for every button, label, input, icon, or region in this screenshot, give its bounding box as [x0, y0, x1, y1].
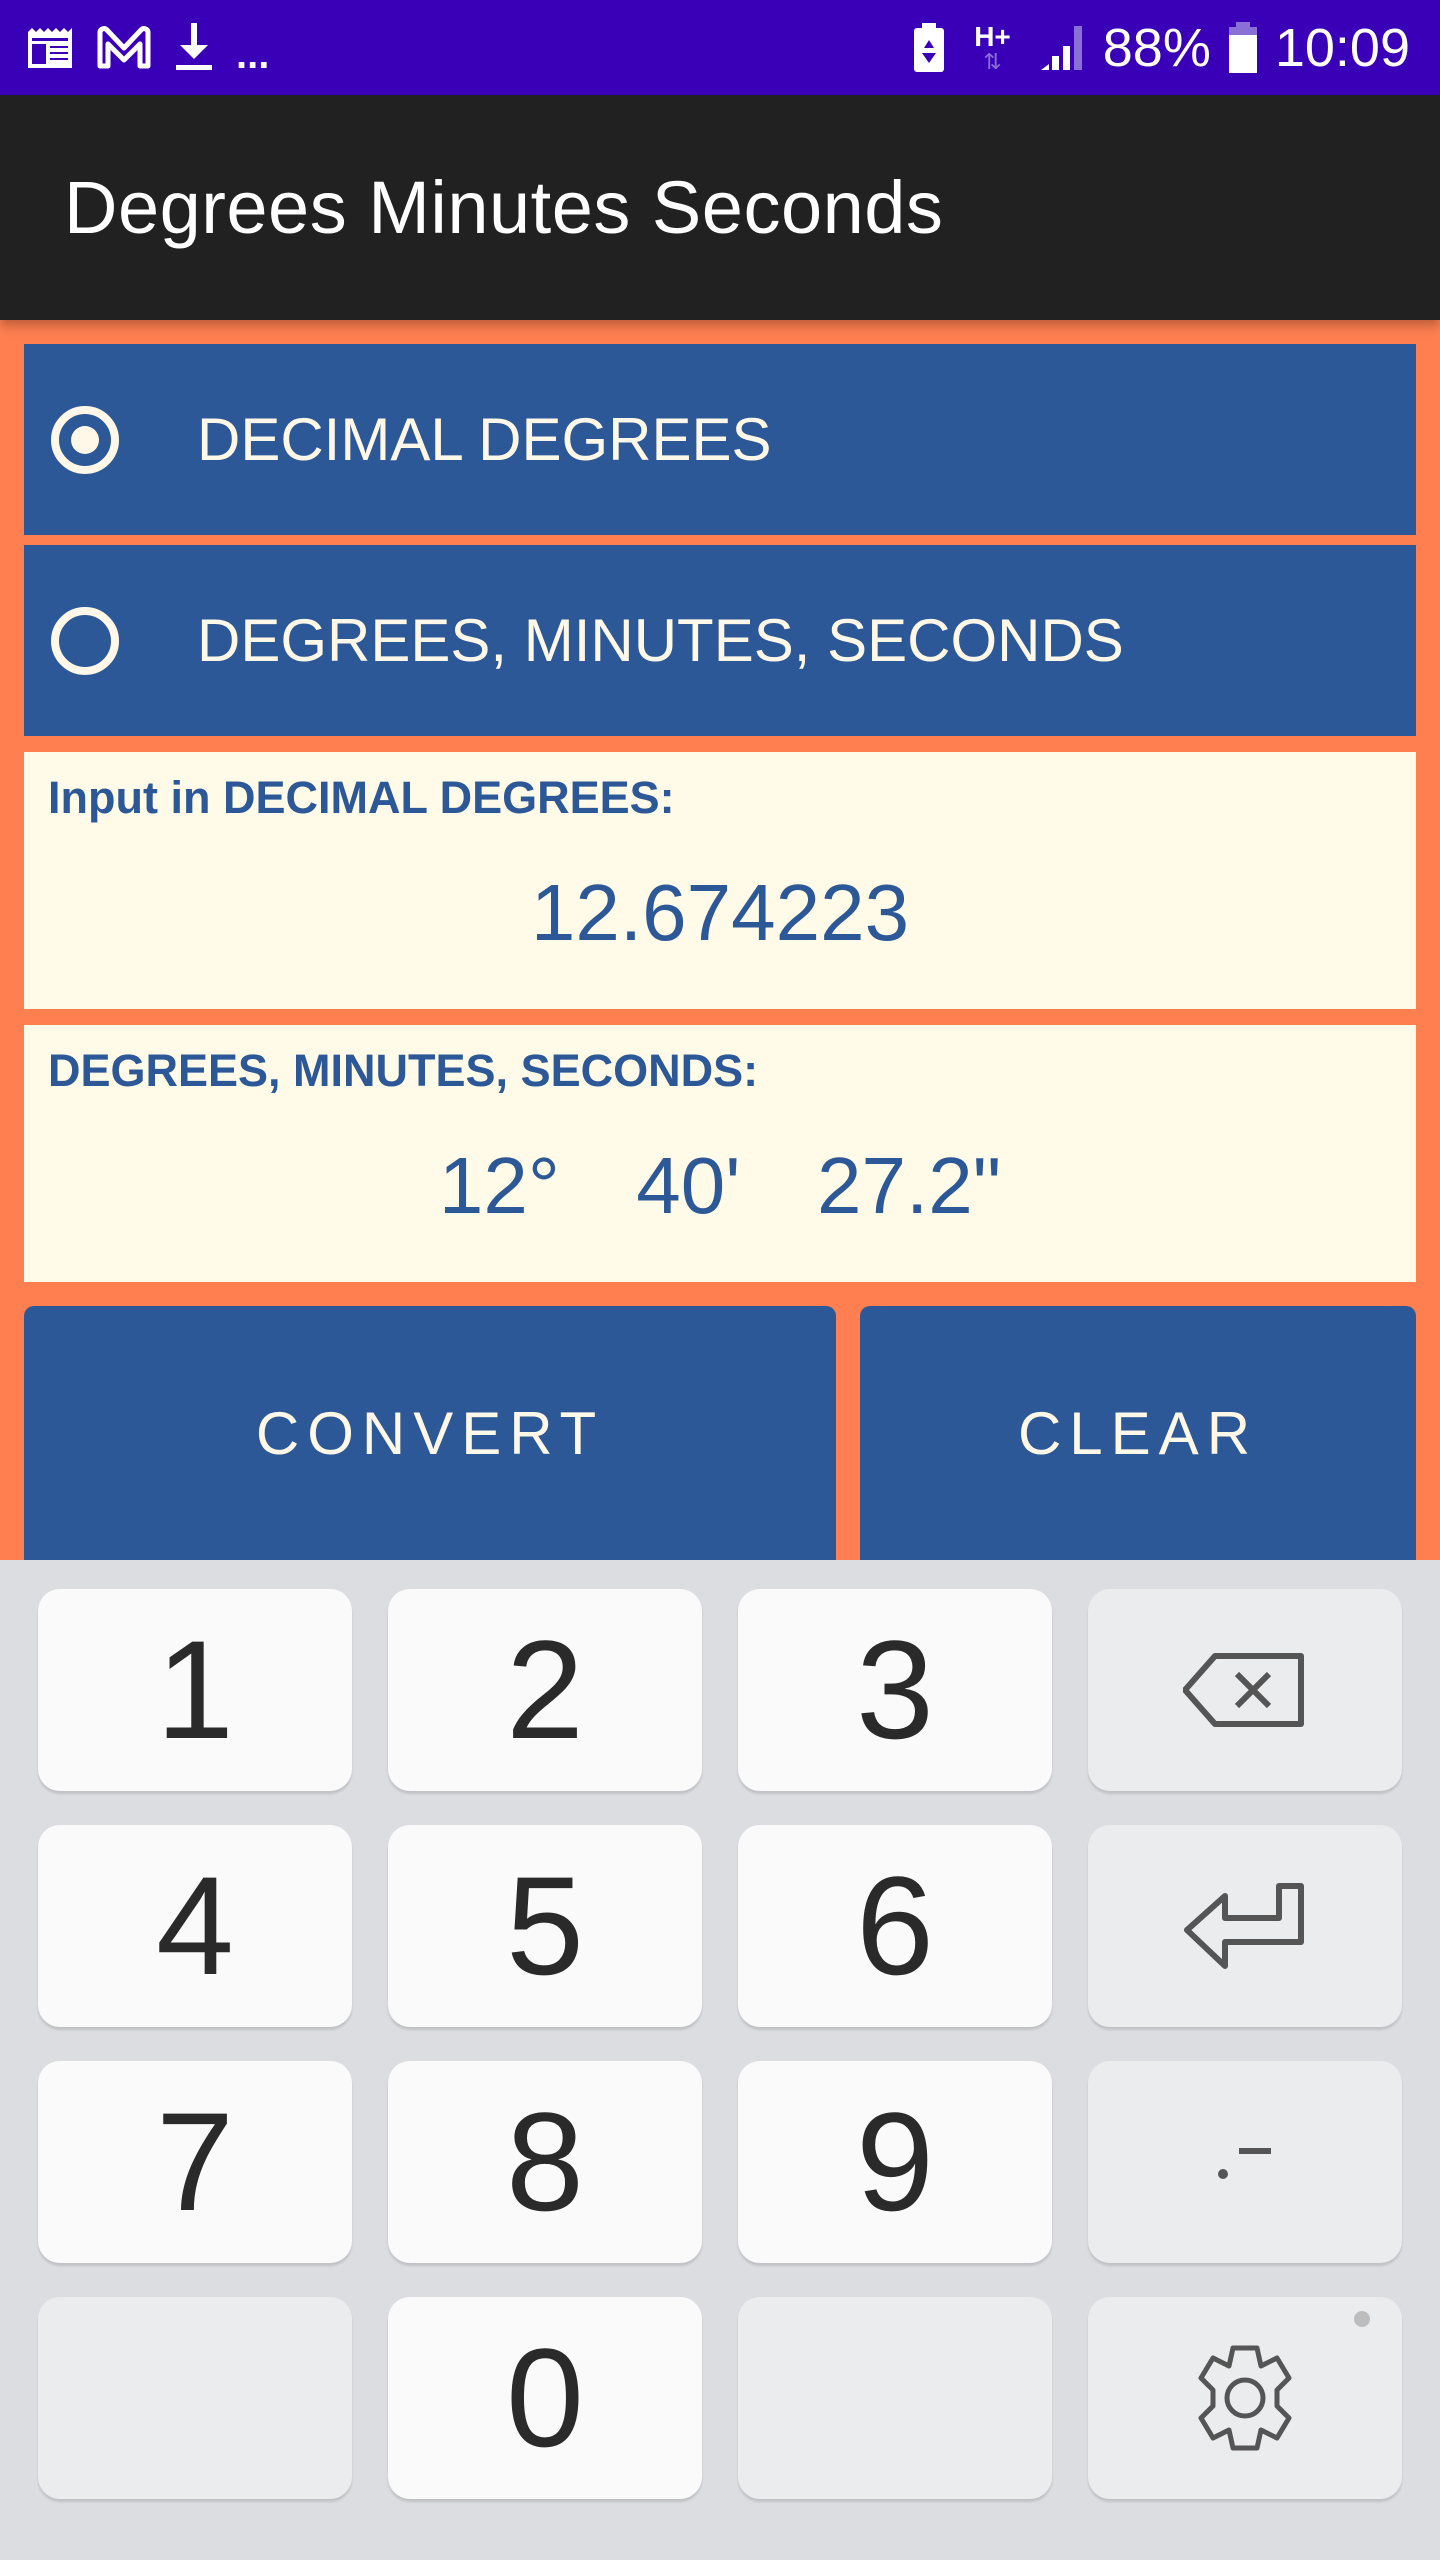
- numeric-keyboard: 1 2 3 4 5 6 7 8 9 0: [0, 1560, 1440, 2560]
- radio-unchecked-icon[interactable]: [51, 606, 119, 675]
- input-label: Input in DECIMAL DEGREES:: [48, 772, 675, 823]
- gmail-icon: [97, 26, 151, 69]
- app-title: Degrees Minutes Seconds: [64, 166, 944, 249]
- key-3[interactable]: 3: [738, 1589, 1052, 1791]
- radio-checked-icon[interactable]: [51, 405, 119, 474]
- key-4[interactable]: 4: [38, 1825, 352, 2027]
- output-card: DEGREES, MINUTES, SECONDS: 12° 40' 27.2": [24, 1025, 1416, 1282]
- key-1[interactable]: 1: [38, 1589, 352, 1791]
- key-settings[interactable]: [1088, 2297, 1402, 2499]
- key-enter[interactable]: [1088, 1825, 1402, 2027]
- key-dot-dash[interactable]: [1088, 2061, 1402, 2263]
- radio-degrees-minutes-seconds[interactable]: DEGREES, MINUTES, SECONDS: [24, 545, 1416, 736]
- more-notifications-icon: ...: [236, 32, 270, 77]
- dms-output: 12° 40' 27.2": [24, 1140, 1416, 1232]
- convert-button[interactable]: CONVERT: [24, 1306, 836, 1560]
- key-7[interactable]: 7: [38, 2061, 352, 2263]
- enter-icon: [1184, 1883, 1304, 1969]
- input-card: Input in DECIMAL DEGREES: 12.674223: [24, 752, 1416, 1009]
- key-8[interactable]: 8: [388, 2061, 702, 2263]
- key-empty-left: [38, 2297, 352, 2499]
- gear-icon: [1198, 2345, 1292, 2451]
- app-bar: Degrees Minutes Seconds: [0, 95, 1440, 320]
- notification-dot: [1354, 2311, 1370, 2327]
- key-empty-right: [738, 2297, 1052, 2499]
- radio-label: DEGREES, MINUTES, SECONDS: [197, 607, 1124, 674]
- seconds-value: 27.2": [817, 1141, 1002, 1230]
- output-label: DEGREES, MINUTES, SECONDS:: [48, 1045, 759, 1096]
- key-2[interactable]: 2: [388, 1589, 702, 1791]
- radio-label: DECIMAL DEGREES: [197, 406, 772, 473]
- clock: 10:09: [1274, 18, 1410, 78]
- download-icon: [176, 23, 212, 70]
- status-bar: ... H+ ⇅ 88% 10:09: [0, 0, 1440, 95]
- network-hplus-icon: H+ ⇅: [974, 21, 1011, 74]
- minutes-value: 40': [636, 1141, 741, 1230]
- degrees-value: 12°: [438, 1141, 560, 1230]
- backspace-icon: [1183, 1653, 1304, 1727]
- key-6[interactable]: 6: [738, 1825, 1052, 2027]
- key-0[interactable]: 0: [388, 2297, 702, 2499]
- battery-saver-icon: [914, 23, 945, 72]
- notification-icons: ...: [26, 18, 269, 78]
- signal-icon: [1040, 26, 1082, 70]
- clear-button[interactable]: CLEAR: [860, 1306, 1416, 1560]
- decimal-degrees-input[interactable]: 12.674223: [24, 867, 1416, 959]
- system-icons: H+ ⇅ 88% 10:09: [912, 18, 1410, 78]
- key-backspace[interactable]: [1088, 1589, 1402, 1791]
- dot-dash-icon: [1218, 2148, 1271, 2179]
- battery-percent: 88%: [1102, 18, 1211, 78]
- key-9[interactable]: 9: [738, 2061, 1052, 2263]
- radio-decimal-degrees[interactable]: DECIMAL DEGREES: [24, 344, 1416, 535]
- key-5[interactable]: 5: [388, 1825, 702, 2027]
- battery-icon: [1228, 22, 1257, 73]
- news-icon: [28, 28, 72, 68]
